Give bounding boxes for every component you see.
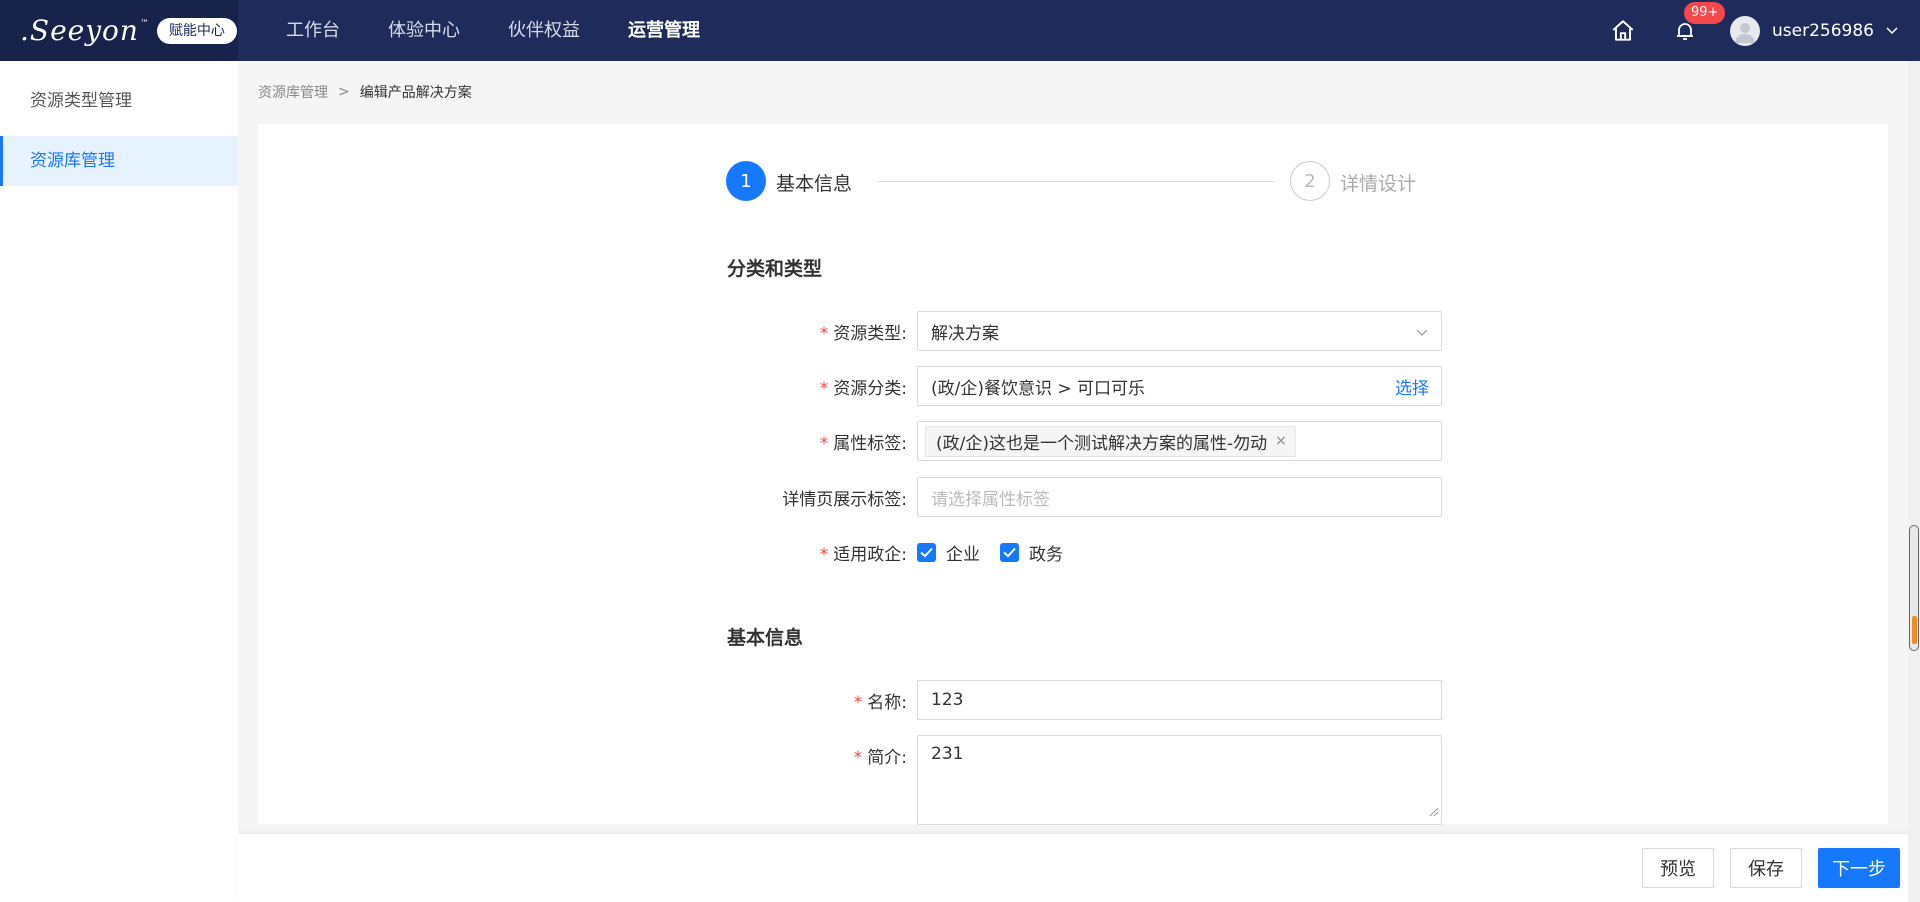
close-icon[interactable]: × [1275,433,1287,449]
page-scrollbar[interactable] [1908,61,1920,902]
next-step-button[interactable]: 下一步 [1818,848,1900,888]
preview-button[interactable]: 预览 [1642,848,1714,888]
username[interactable]: user256986 [1772,21,1874,41]
step-2-label: 详情设计 [1340,173,1417,195]
detail-tags-placeholder: 请选择属性标签 [931,489,1050,510]
main-nav: 工作台 体验中心 伙伴权益 运营管理 [262,0,724,61]
breadcrumb: 资源库管理 > 编辑产品解决方案 [258,82,472,102]
logo-trademark: ™ [139,18,149,29]
chevron-down-icon [1415,324,1429,344]
government-checkbox[interactable] [1000,542,1019,562]
nav-item-partner-benefits[interactable]: 伙伴权益 [484,0,604,61]
notification-badge: 99+ [1684,1,1726,24]
breadcrumb-separator: > [338,84,350,100]
required-mark: * [819,545,829,565]
nav-item-experience-center[interactable]: 体验中心 [364,0,484,61]
logo-badge: 赋能中心 [156,17,237,44]
form-row-detail-tags: 详情页展示标签: 请选择属性标签 [740,477,1442,517]
enterprise-checkbox[interactable] [917,542,936,562]
attribute-tag: (政/企)这也是一个测试解决方案的属性-勿动 × [925,425,1296,457]
resource-type-value: 解决方案 [931,323,999,344]
step-indicator: 1 基本信息 2 详情设计 [726,161,1426,201]
avatar[interactable] [1730,15,1761,46]
required-mark: * [819,324,829,344]
header-actions: 99+ user256986 [1608,0,1920,61]
step-2-number: 2 [1290,161,1330,201]
sidebar: 资源类型管理 资源库管理 [0,61,238,902]
breadcrumb-parent[interactable]: 资源库管理 [258,82,328,102]
form-row-attribute-tags: * 属性标签: (政/企)这也是一个测试解决方案的属性-勿动 × [740,421,1442,461]
resource-type-select[interactable]: 解决方案 [917,311,1442,351]
step-1-label: 基本信息 [776,173,853,195]
required-mark: * [853,693,863,713]
breadcrumb-current: 编辑产品解决方案 [359,85,472,101]
form-row-resource-type: * 资源类型: 解决方案 [740,311,1442,351]
intro-label: * 简介: [853,748,907,768]
required-mark: * [819,434,829,454]
step-connector [878,181,1274,182]
applicable-label: * 适用政企: [819,545,907,565]
sidebar-item-resource-library-management[interactable]: 资源库管理 [0,136,238,186]
logo-text: .Seeyon [20,14,139,47]
resource-category-value: (政/企)餐饮意识 > 可口可乐 [931,378,1146,399]
scrollbar-marker [1912,616,1917,644]
nav-item-operations[interactable]: 运营管理 [604,0,724,61]
chevron-down-icon[interactable] [1886,26,1898,35]
government-checkbox-label[interactable]: 政务 [1029,540,1063,565]
name-label: * 名称: [853,693,907,713]
applicable-checkbox-group: 企业 政务 [917,532,1083,572]
sidebar-item-resource-type-management[interactable]: 资源类型管理 [0,76,238,126]
intro-value: 231 [931,744,964,764]
top-navbar: .Seeyon ™ 赋能中心 工作台 体验中心 伙伴权益 运营管理 99+ us… [0,0,1920,61]
section-title-category: 分类和类型 [727,258,823,280]
enterprise-checkbox-label[interactable]: 企业 [946,540,980,565]
choose-category-link[interactable]: 选择 [1395,374,1429,399]
notification-bell-icon[interactable]: 99+ [1670,1,1726,46]
nav-item-workbench[interactable]: 工作台 [262,0,364,61]
intro-textarea[interactable]: 231 [917,735,1442,825]
resize-grip-icon[interactable] [1429,802,1439,822]
save-button[interactable]: 保存 [1730,848,1802,888]
form-row-applicable: * 适用政企: 企业 政务 [740,532,1442,572]
attribute-tags-select[interactable]: (政/企)这也是一个测试解决方案的属性-勿动 × [917,421,1442,461]
resource-type-label: * 资源类型: [819,324,907,344]
form-row-name: * 名称: 123 [740,680,1442,720]
name-value: 123 [931,690,964,710]
step-1-number: 1 [726,161,766,201]
required-mark: * [819,379,829,399]
logo[interactable]: .Seeyon ™ 赋能中心 [0,0,238,61]
footer-action-bar: 预览 保存 下一步 [238,834,1920,902]
attribute-tag-text: (政/企)这也是一个测试解决方案的属性-勿动 [936,433,1268,454]
name-input[interactable]: 123 [917,680,1442,720]
resource-category-field[interactable]: (政/企)餐饮意识 > 可口可乐 选择 [917,366,1442,406]
attribute-tags-label: * 属性标签: [819,434,907,454]
form-row-resource-category: * 资源分类: (政/企)餐饮意识 > 可口可乐 选择 [740,366,1442,406]
detail-tags-select[interactable]: 请选择属性标签 [917,477,1442,517]
required-mark: * [853,748,863,768]
section-title-basic: 基本信息 [727,627,804,649]
resource-category-label: * 资源分类: [819,379,907,399]
detail-tags-label: 详情页展示标签: [782,490,907,510]
form-row-intro: * 简介: 231 [740,735,1442,825]
home-icon[interactable] [1608,16,1638,46]
